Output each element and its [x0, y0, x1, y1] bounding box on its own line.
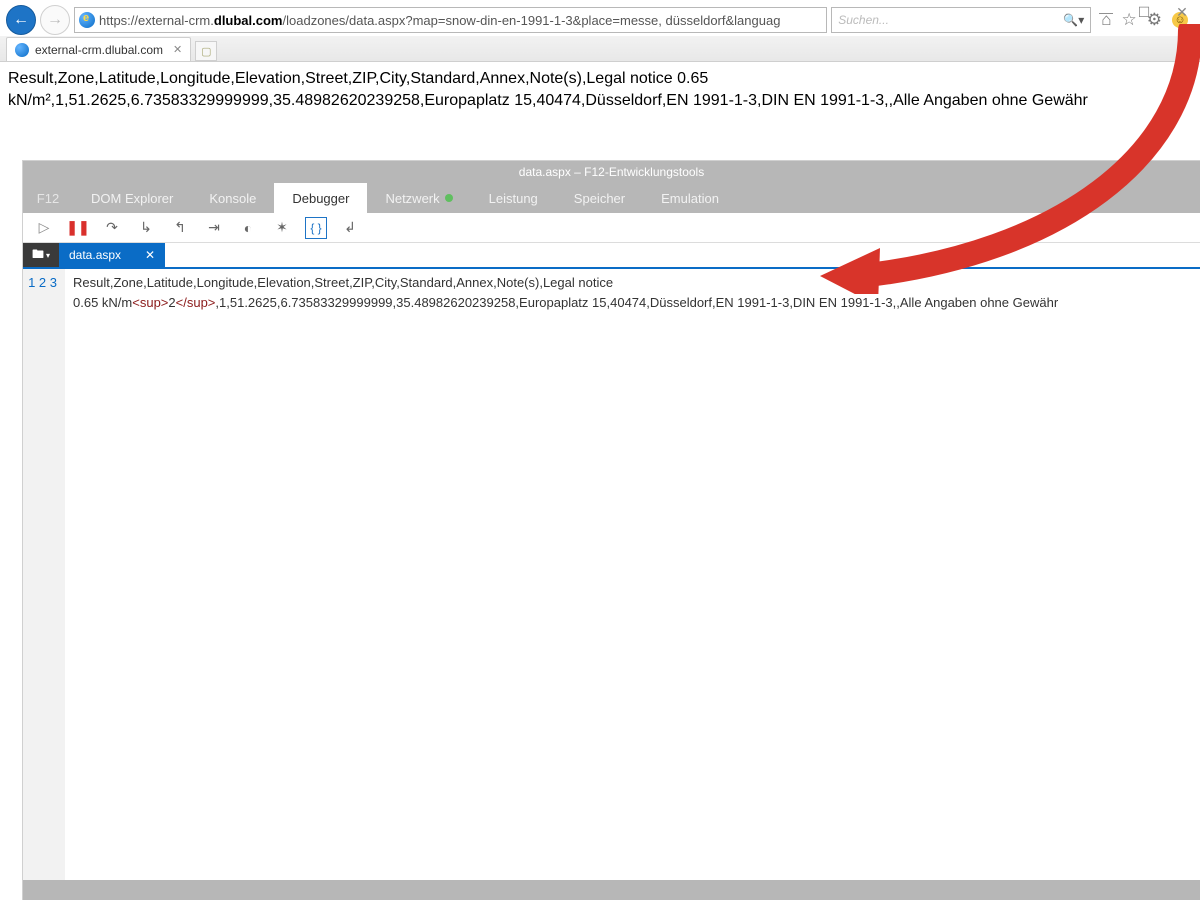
continue-icon[interactable]: ▷ [33, 217, 55, 239]
ie-logo-icon [79, 12, 95, 28]
step-into-icon[interactable]: ↳ [135, 217, 157, 239]
url-input[interactable]: https://external-crm.dlubal.com/loadzone… [74, 7, 827, 33]
source-view[interactable]: 1 2 3 Result,Zone,Latitude,Longitude,Ele… [23, 267, 1200, 880]
page-content: Result,Zone,Latitude,Longitude,Elevation… [0, 62, 1200, 117]
file-picker-icon[interactable]: 🖿 [23, 243, 59, 267]
tab-dom-explorer[interactable]: DOM Explorer [73, 183, 191, 213]
debugger-toolbar: ▷ ❚❚ ↷ ↳ ↰ ⇥ ◐ ✶ { } ↲ [23, 213, 1200, 243]
network-active-icon [445, 194, 453, 202]
window-minimize[interactable]: — [1098, 4, 1114, 21]
window-maximize[interactable]: ☐ [1136, 4, 1152, 21]
browser-tab[interactable]: external-crm.dlubal.com ✕ [6, 37, 191, 61]
line-gutter: 1 2 3 [23, 269, 65, 880]
devtools-title: data.aspx – F12-Entwicklungstools [23, 161, 1200, 183]
step-out-icon[interactable]: ↰ [169, 217, 191, 239]
tab-performance[interactable]: Leistung [471, 183, 556, 213]
tab-emulation[interactable]: Emulation [643, 183, 737, 213]
nav-back-button[interactable]: ← [6, 5, 36, 35]
exception-icon[interactable]: ✶ [271, 217, 293, 239]
tab-network[interactable]: Netzwerk [367, 183, 470, 213]
source-lines: Result,Zone,Latitude,Longitude,Elevation… [65, 269, 1066, 880]
url-text: https://external-crm.dlubal.com/loadzone… [99, 13, 780, 28]
debugger-file-tabs: 🖿 data.aspx ✕ [23, 243, 1200, 267]
address-bar-row: ← → https://external-crm.dlubal.com/load… [0, 0, 1200, 36]
new-tab-button[interactable]: ▢ [195, 41, 217, 61]
pause-icon[interactable]: ❚❚ [67, 217, 89, 239]
tab-favicon-ie-icon [15, 43, 29, 57]
devtools-panel: data.aspx – F12-Entwicklungstools F12 DO… [22, 160, 1200, 900]
search-icon[interactable]: 🔍▾ [1063, 13, 1084, 27]
breakpoint-toggle-icon[interactable]: ◐ [237, 217, 259, 239]
tab-debugger[interactable]: Debugger [274, 183, 367, 213]
step-over-icon[interactable]: ↷ [101, 217, 123, 239]
tab-memory[interactable]: Speicher [556, 183, 643, 213]
devtools-tabs: F12 DOM Explorer Konsole Debugger Netzwe… [23, 183, 1200, 213]
tab-title: external-crm.dlubal.com [35, 43, 163, 57]
pretty-print-icon[interactable]: { } [305, 217, 327, 239]
window-close[interactable]: ✕ [1174, 4, 1190, 21]
tab-strip: external-crm.dlubal.com ✕ ▢ [0, 36, 1200, 62]
search-placeholder: Suchen... [838, 13, 889, 27]
break-icon[interactable]: ⇥ [203, 217, 225, 239]
tab-console[interactable]: Konsole [191, 183, 274, 213]
devtools-footer [23, 880, 1200, 900]
file-tab-data-aspx[interactable]: data.aspx ✕ [59, 243, 165, 267]
nav-forward-button[interactable]: → [40, 5, 70, 35]
tab-close-icon[interactable]: ✕ [169, 43, 182, 56]
f12-label: F12 [23, 183, 73, 213]
search-input[interactable]: Suchen... 🔍▾ [831, 7, 1091, 33]
file-tab-close-icon[interactable]: ✕ [145, 248, 155, 262]
wrap-icon[interactable]: ↲ [339, 217, 361, 239]
